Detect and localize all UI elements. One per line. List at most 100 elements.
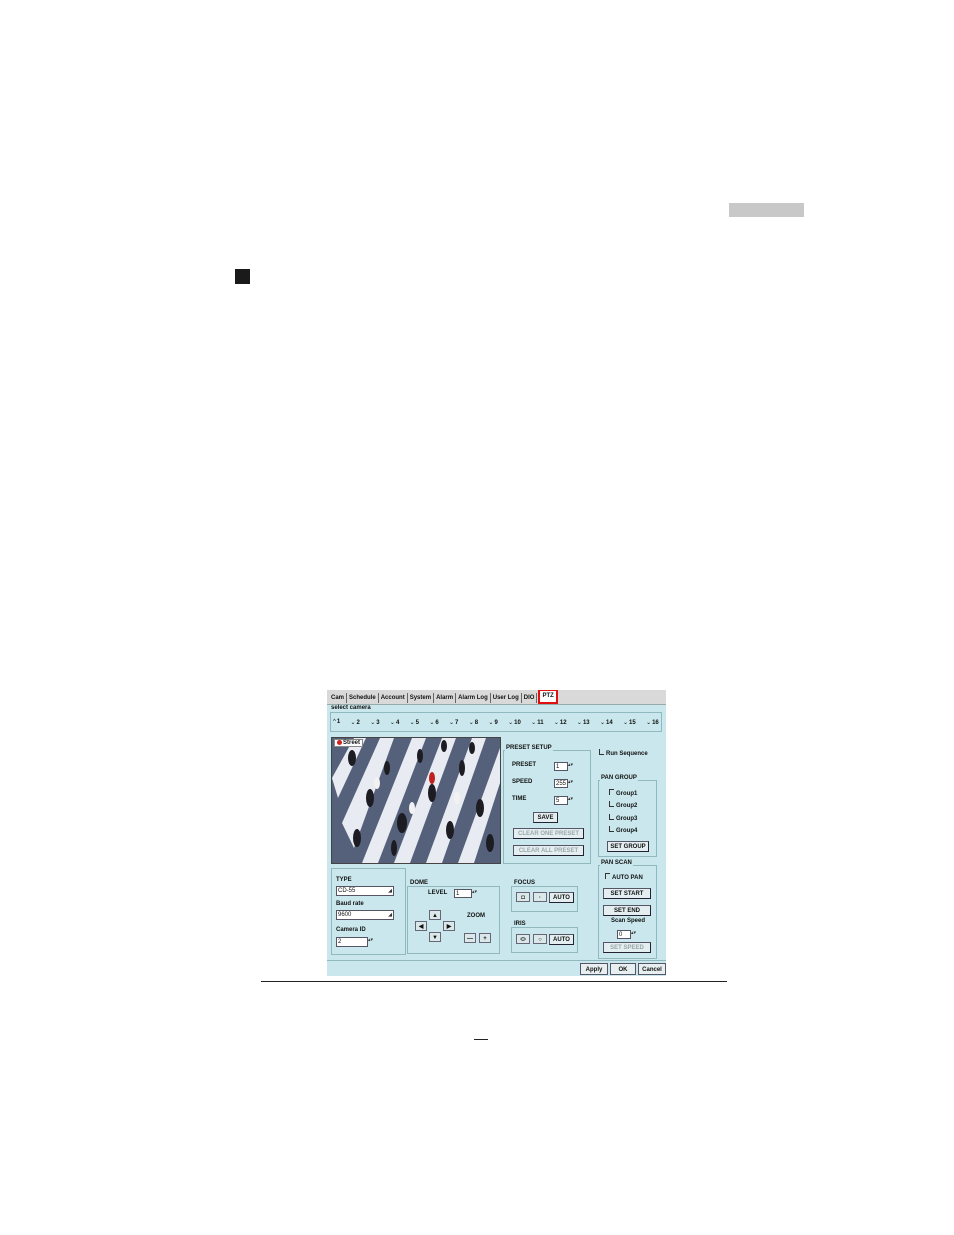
tab-account[interactable]: Account	[379, 693, 408, 703]
checkbox-icon	[609, 814, 614, 820]
checkbox-icon	[609, 801, 614, 807]
save-preset-button[interactable]: SAVE	[533, 812, 558, 823]
tab-user-log[interactable]: User Log	[491, 693, 522, 703]
camera-number-label: 16	[652, 719, 659, 726]
horizontal-rule	[261, 981, 727, 982]
camera-radio-10[interactable]: ⌄10	[508, 719, 521, 726]
tab-cam[interactable]: Cam	[329, 693, 348, 703]
spinner-arrows-icon[interactable]: ▴▾	[568, 763, 573, 768]
scan-speed-value: 0	[619, 932, 623, 938]
iris-close-button[interactable]: ○	[533, 934, 547, 944]
tab-dio[interactable]: DIO	[522, 693, 538, 703]
camera-radio-5[interactable]: ⌄5	[410, 719, 419, 726]
radio-icon: ⌄	[531, 719, 537, 726]
camera-radio-4[interactable]: ⌄4	[390, 719, 399, 726]
group4-checkbox[interactable]: Group4	[609, 826, 637, 834]
cancel-button[interactable]: Cancel	[638, 963, 666, 975]
camera-radio-2[interactable]: ⌄2	[351, 719, 360, 726]
radio-icon: ⌄	[646, 719, 652, 726]
radio-icon: ⌄	[350, 719, 356, 726]
camera-radio-7[interactable]: ⌄7	[449, 719, 458, 726]
spinner-arrows-icon[interactable]: ▴▾	[368, 938, 373, 943]
pan-left-button[interactable]: ◀	[415, 921, 427, 931]
run-sequence-label: Run Sequence	[606, 751, 648, 757]
camera-number-label: 13	[582, 719, 590, 726]
radio-icon: ⌄	[553, 719, 559, 726]
camera-number-label: 10	[514, 719, 521, 726]
radio-icon: ⌄	[449, 719, 455, 726]
baud-rate-select[interactable]: 9600 ◢	[336, 910, 394, 920]
camera-radio-14[interactable]: ⌄14	[600, 719, 613, 726]
focus-far-button[interactable]: ·	[533, 892, 547, 902]
pan-down-button[interactable]: ▼	[429, 932, 441, 942]
radio-icon: ⌄	[429, 719, 435, 726]
scan-speed-spinner[interactable]: 0 ▴▾	[617, 930, 636, 939]
tab-alarm[interactable]: Alarm	[434, 693, 457, 703]
set-end-button[interactable]: SET END	[603, 905, 651, 916]
camera-radio-15[interactable]: ⌄15	[623, 719, 636, 726]
pan-right-button[interactable]: ▶	[443, 921, 455, 931]
tab-schedule[interactable]: Schedule	[347, 693, 379, 703]
run-sequence-checkbox[interactable]: Run Sequence	[599, 749, 648, 757]
clear-all-preset-button[interactable]: CLEAR ALL PRESET	[513, 845, 584, 856]
zoom-out-button[interactable]: —	[464, 933, 476, 943]
ok-button[interactable]: OK	[610, 963, 636, 975]
spinner-arrows-icon[interactable]: ▴▾	[568, 797, 573, 802]
tab-ptz[interactable]: PTZ	[538, 690, 558, 704]
camera-radio-1[interactable]: ^1	[333, 719, 340, 725]
zoom-in-button[interactable]: +	[479, 933, 491, 943]
camera-radio-12[interactable]: ⌄12	[554, 719, 567, 726]
camera-radio-8[interactable]: ⌄8	[469, 719, 478, 726]
set-speed-button[interactable]: SET SPEED	[603, 942, 651, 953]
focus-title: FOCUS	[513, 880, 536, 886]
group1-checkbox[interactable]: Group1	[609, 789, 637, 797]
iris-auto-button[interactable]: AUTO	[549, 934, 574, 945]
radio-icon: ⌄	[389, 719, 395, 726]
spinner-arrows-icon[interactable]: ▴▾	[568, 780, 573, 785]
set-start-button[interactable]: SET START	[603, 888, 651, 899]
camera-radio-9[interactable]: ⌄9	[488, 719, 497, 726]
radio-icon: ⌄	[576, 719, 582, 726]
camera-radio-11[interactable]: ⌄11	[531, 719, 543, 726]
set-group-button[interactable]: SET GROUP	[607, 841, 649, 852]
time-spinner[interactable]: 5 ▴▾	[554, 796, 573, 805]
clear-one-preset-button[interactable]: CLEAR ONE PRESET	[513, 828, 584, 839]
pan-scan-title: PAN SCAN	[600, 860, 633, 866]
radio-icon: ⌄	[623, 719, 629, 726]
level-spinner[interactable]: 1 ▴▾	[454, 889, 477, 898]
level-label: LEVEL	[428, 890, 448, 896]
apply-button[interactable]: Apply	[580, 963, 608, 975]
focus-near-button[interactable]: ◘	[516, 892, 530, 902]
tab-alarm-log[interactable]: Alarm Log	[456, 693, 491, 703]
pan-up-button[interactable]: ▲	[429, 910, 441, 920]
group3-checkbox[interactable]: Group3	[609, 814, 637, 822]
preset-spinner[interactable]: 1 ▴▾	[554, 762, 573, 771]
camera-selector-row: ^1 ⌄2 ⌄3 ⌄4 ⌄5 ⌄6 ⌄7 ⌄8 ⌄9 ⌄10 ⌄11 ⌄12 ⌄13 ⌄14 ⌄15 ⌄16	[330, 712, 662, 732]
camera-radio-3[interactable]: ⌄3	[370, 719, 379, 726]
zoom-label: ZOOM	[467, 913, 485, 919]
camera-radio-16[interactable]: ⌄16	[646, 719, 659, 726]
camera-number-label: 5	[415, 719, 419, 726]
radio-icon: ⌄	[488, 719, 494, 726]
auto-pan-checkbox[interactable]: AUTO PAN	[605, 873, 643, 881]
group2-checkbox[interactable]: Group2	[609, 801, 637, 809]
spinner-arrows-icon[interactable]: ▴▾	[631, 931, 636, 936]
type-select[interactable]: CD-55 ◢	[336, 886, 394, 896]
camera-number-label: 4	[395, 719, 400, 726]
iris-title: IRIS	[513, 921, 527, 927]
camera-id-label: Camera ID	[336, 927, 366, 933]
camera-radio-13[interactable]: ⌄13	[577, 719, 590, 726]
spinner-arrows-icon[interactable]: ▴▾	[472, 890, 477, 895]
iris-open-button[interactable]: ⬭	[516, 934, 530, 944]
dropdown-arrow-icon[interactable]: ◢	[388, 913, 392, 918]
tab-bar: Cam Schedule Account System Alarm Alarm …	[327, 690, 666, 705]
arrow-right-icon: ▶	[446, 924, 452, 930]
focus-auto-button[interactable]: AUTO	[549, 892, 574, 903]
dropdown-arrow-icon[interactable]: ◢	[388, 889, 392, 894]
camera-video-preview: Street	[331, 737, 501, 864]
camera-id-spinner[interactable]: 2 ▴▾	[336, 937, 373, 947]
tab-system[interactable]: System	[408, 693, 435, 703]
gray-header-bar	[729, 203, 804, 217]
speed-spinner[interactable]: 255 ▴▾	[554, 779, 573, 788]
camera-radio-6[interactable]: ⌄6	[429, 719, 438, 726]
